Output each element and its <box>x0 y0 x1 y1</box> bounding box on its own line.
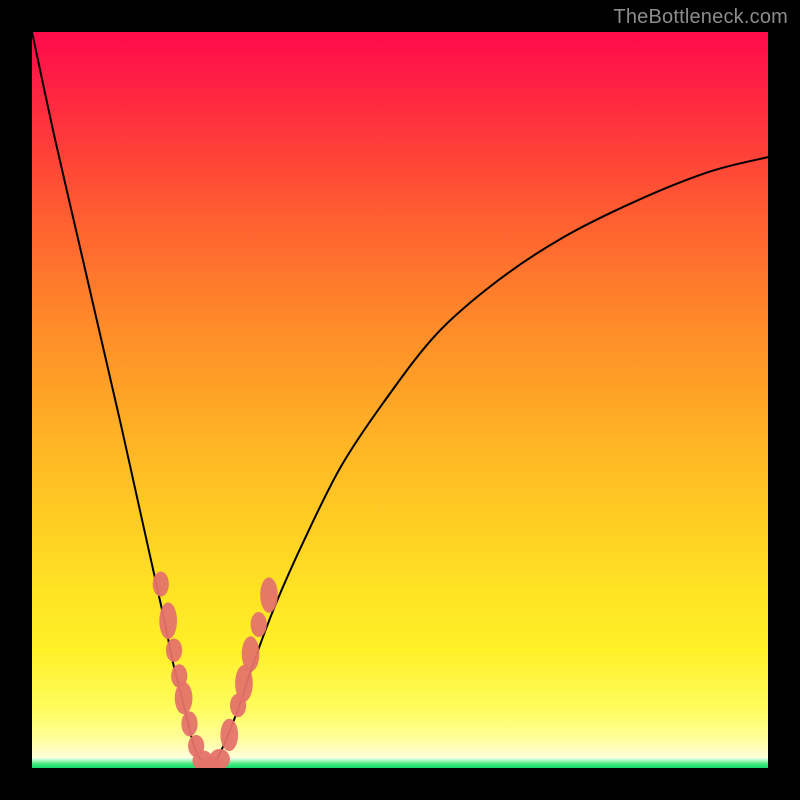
bottleneck-curve-line <box>32 32 768 768</box>
curve-marker <box>260 577 278 612</box>
curve-marker <box>181 711 197 736</box>
watermark-label: TheBottleneck.com <box>613 6 788 29</box>
curve-marker <box>242 636 260 671</box>
curve-marker <box>209 749 230 768</box>
curve-marker <box>153 571 169 596</box>
curve-marker <box>159 602 177 639</box>
plot-area <box>32 32 768 768</box>
curve-marker <box>220 719 238 751</box>
curve-marker <box>166 638 182 662</box>
curve-marker <box>251 612 267 637</box>
bottleneck-chart-svg <box>32 32 768 768</box>
chart-frame: TheBottleneck.com <box>0 0 800 800</box>
curve-marker <box>175 682 193 714</box>
curve-markers <box>153 571 278 768</box>
